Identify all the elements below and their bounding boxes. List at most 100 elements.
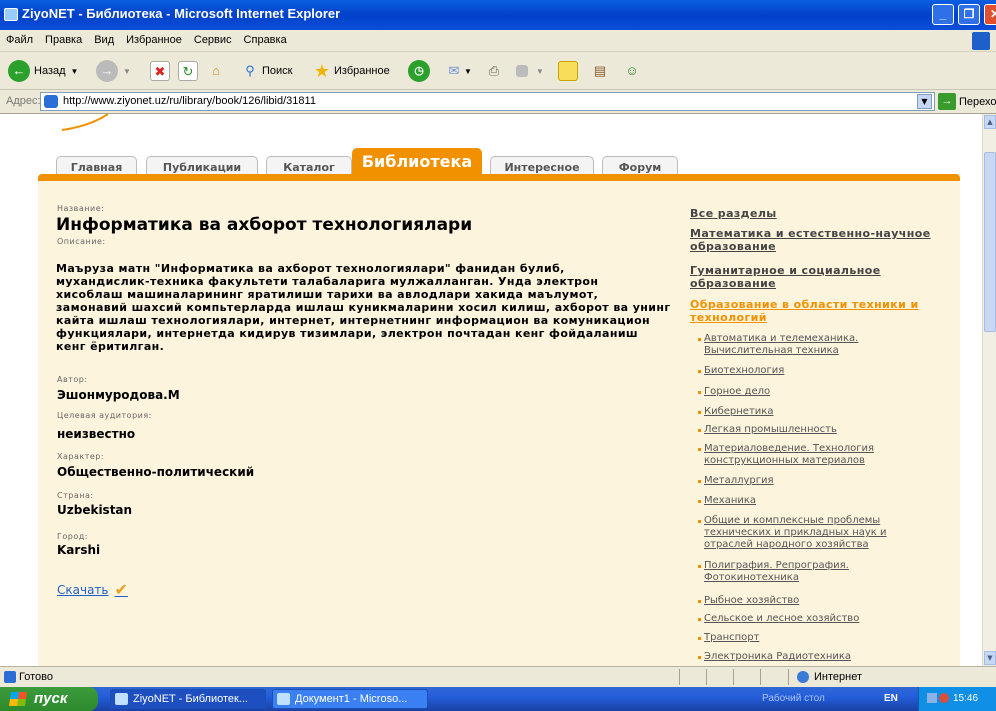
close-button[interactable]: ✕ bbox=[984, 4, 996, 25]
edit-icon bbox=[516, 65, 528, 77]
subcategory-item[interactable]: Биотехнология bbox=[698, 365, 914, 377]
menu-bar: Файл Правка Вид Избранное Сервис Справка bbox=[0, 30, 996, 52]
back-button[interactable]: ← Назад ▼ bbox=[8, 59, 78, 83]
security-alert-icon[interactable] bbox=[939, 693, 949, 703]
star-icon: ★ bbox=[313, 61, 331, 81]
maximize-button[interactable]: ❐ bbox=[958, 4, 980, 25]
clock: 15:46 bbox=[953, 693, 979, 704]
book-description: Маъруза матн "Информатика ва ахборот тех… bbox=[56, 262, 671, 353]
subcategory-item[interactable]: Легкая промышленность bbox=[698, 424, 914, 436]
favorites-button[interactable]: ★ Избранное bbox=[312, 59, 390, 83]
menu-file[interactable]: Файл bbox=[0, 30, 39, 46]
subcategory-item[interactable]: Механика bbox=[698, 495, 914, 507]
chevron-down-icon: ▼ bbox=[70, 66, 79, 76]
audience-label: Целевая аудитория: bbox=[57, 411, 152, 420]
subcategory-item[interactable]: Электроника Радиотехника bbox=[698, 651, 914, 663]
category-math[interactable]: Математика и естественно-научное образов… bbox=[690, 227, 960, 253]
forward-button[interactable]: → ▼ bbox=[96, 59, 131, 83]
address-input[interactable]: http://www.ziyonet.uz/ru/library/book/12… bbox=[40, 92, 935, 111]
scroll-down-icon[interactable]: ▼ bbox=[984, 651, 996, 665]
download-link[interactable]: Скачать ✔ bbox=[57, 580, 128, 599]
language-indicator[interactable]: EN bbox=[884, 687, 898, 711]
country-label: Страна: bbox=[57, 491, 94, 500]
search-icon: ⚲ bbox=[245, 63, 255, 78]
subcategory-item[interactable]: Металлургия bbox=[698, 475, 914, 487]
stop-button[interactable]: ✖ bbox=[150, 59, 170, 83]
subcategory-item[interactable]: Транспорт bbox=[698, 632, 914, 644]
research-button[interactable]: ▤ bbox=[590, 59, 610, 83]
scroll-thumb[interactable] bbox=[984, 152, 996, 332]
security-zone: Интернет bbox=[797, 671, 862, 683]
taskbar-item-word[interactable]: Документ1 - Microso... bbox=[272, 689, 428, 709]
history-button[interactable]: ◷ bbox=[408, 59, 430, 83]
menu-favorites[interactable]: Избранное bbox=[120, 30, 188, 46]
nav-underline bbox=[38, 174, 960, 181]
status-label: Готово bbox=[19, 671, 53, 683]
search-label: Поиск bbox=[262, 65, 293, 77]
search-button[interactable]: ⚲ Поиск bbox=[240, 59, 292, 83]
country-value: Uzbekistan bbox=[57, 503, 133, 517]
mail-button[interactable]: ✉ ▼ bbox=[444, 59, 472, 83]
back-arrow-icon: ← bbox=[8, 60, 30, 82]
status-divider bbox=[788, 669, 789, 685]
menu-view[interactable]: Вид bbox=[88, 30, 120, 46]
category-technology[interactable]: Образование в области техники и технолог… bbox=[690, 298, 960, 324]
book-title: Информатика ва ахборот технологиялари bbox=[56, 215, 473, 235]
edit-button[interactable]: ▼ bbox=[516, 59, 544, 83]
scroll-up-icon[interactable]: ▲ bbox=[984, 115, 996, 129]
vertical-scrollbar[interactable]: ▲ ▼ bbox=[982, 114, 996, 666]
system-tray: 15:46 bbox=[918, 687, 996, 711]
subcategory-item[interactable]: Общие и комплексные проблемы технических… bbox=[698, 515, 914, 551]
character-value: Общественно-политический bbox=[57, 465, 255, 479]
mail-icon: ✉ bbox=[448, 63, 460, 78]
author-label: Автор: bbox=[57, 375, 88, 384]
menu-edit[interactable]: Правка bbox=[39, 30, 88, 46]
page-icon bbox=[4, 671, 16, 683]
city-value: Karshi bbox=[57, 543, 101, 557]
character-label: Характер: bbox=[57, 452, 105, 461]
subcategory-item[interactable]: Горное дело bbox=[698, 386, 914, 398]
minimize-button[interactable]: _ bbox=[932, 4, 954, 25]
checkmark-icon: ✔ bbox=[114, 580, 128, 599]
messenger-button[interactable]: ☺ bbox=[622, 59, 642, 83]
favorites-label: Избранное bbox=[334, 65, 390, 77]
subcategory-item[interactable]: Кибернетика bbox=[698, 406, 914, 418]
discuss-button[interactable] bbox=[558, 59, 578, 83]
status-divider bbox=[706, 669, 707, 685]
taskbar-item-ie[interactable]: ZiyoNET - Библиотек... bbox=[110, 689, 266, 709]
subcategory-item[interactable]: Материаловедение. Технология конструкцио… bbox=[698, 443, 914, 467]
network-icon[interactable] bbox=[927, 693, 937, 703]
go-button[interactable]: →Переход bbox=[938, 93, 996, 110]
zone-label: Интернет bbox=[814, 671, 862, 683]
menu-help[interactable]: Справка bbox=[238, 30, 293, 46]
toolbar: ← Назад ▼ → ▼ ✖ ↻ ⌂ ⚲ Поиск ★ Избранное ◷ ✉ ▼ … bbox=[0, 52, 996, 90]
back-label: Назад bbox=[34, 65, 66, 77]
subcategory-item[interactable]: Сельское и лесное хозяйство bbox=[698, 613, 914, 625]
subcategory-item[interactable]: Рыбное хозяйство bbox=[698, 595, 914, 607]
menu-tools[interactable]: Сервис bbox=[188, 30, 238, 46]
page-content: Главная Публикации Каталог Библиотека Ин… bbox=[0, 114, 982, 666]
go-label: Переход bbox=[959, 95, 996, 108]
windows-logo-icon bbox=[9, 692, 27, 706]
refresh-button[interactable]: ↻ bbox=[178, 59, 198, 83]
address-url: http://www.ziyonet.uz/ru/library/book/12… bbox=[63, 95, 316, 107]
windows-flag-icon bbox=[972, 32, 990, 50]
page-icon bbox=[44, 95, 58, 108]
history-icon: ◷ bbox=[408, 60, 430, 82]
taskbar: пуск ZiyoNET - Библиотек... Документ1 - … bbox=[0, 687, 996, 711]
subcategory-item[interactable]: Автоматика и телемеханика. Вычислительна… bbox=[698, 333, 914, 357]
status-divider bbox=[679, 669, 680, 685]
start-button[interactable]: пуск bbox=[0, 687, 98, 711]
globe-icon bbox=[797, 671, 809, 683]
desktop-toolbar-label[interactable]: Рабочий стол bbox=[762, 687, 825, 711]
subcategory-item[interactable]: Полиграфия. Репрография. Фотокинотехника bbox=[698, 560, 914, 584]
home-button[interactable]: ⌂ bbox=[206, 59, 226, 83]
ie-app-icon bbox=[4, 8, 18, 21]
folder-icon bbox=[558, 61, 578, 81]
category-humanities[interactable]: Гуманитарное и социальное образование bbox=[690, 264, 960, 290]
category-all[interactable]: Все разделы bbox=[690, 207, 960, 220]
chevron-down-icon[interactable]: ▼ bbox=[917, 94, 932, 109]
print-button[interactable]: ⎙ bbox=[484, 59, 504, 83]
author-value: Эшонмуродова.М bbox=[57, 388, 180, 402]
status-divider bbox=[733, 669, 734, 685]
